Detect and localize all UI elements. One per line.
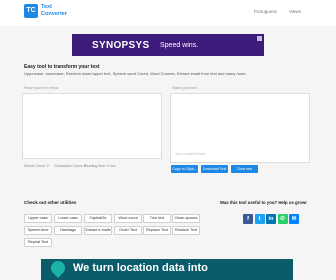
bottom-ad-banner[interactable]: We turn location data into [41,259,293,280]
ad-brand: SYNOPSYS [92,40,150,51]
utility-button-lower-case[interactable]: Lower case [54,214,82,223]
input-textarea[interactable] [22,93,162,159]
site-header: TC Text Converter Portuguese Views [0,0,336,26]
utility-button-random-text[interactable]: Random Text [172,226,200,235]
messenger-icon[interactable]: ✉ [289,214,299,224]
facebook-icon[interactable]: f [243,214,253,224]
utility-button-upper-case[interactable]: Upper case [24,214,52,223]
intro-title: Easy tool to transform your text [24,64,100,70]
whatsapp-icon[interactable]: ✆ [277,214,288,224]
header-link[interactable]: Views [289,9,301,14]
utility-button-clean-spaces[interactable]: Clean spaces [172,214,200,223]
utilities-title: Check out other utilities [24,200,77,205]
language-link[interactable]: Portuguese [254,9,277,14]
intro-subtitle: Uppercase, lowercase, Random lower/upper… [24,71,247,76]
ad-tagline: Speed wins. [160,42,199,49]
top-ad-banner[interactable]: SYNOPSYS Speed wins. [72,34,264,56]
utility-button-extract-e-mails[interactable]: Extract e-mails [84,226,112,235]
utility-button-word-count[interactable]: Word count [114,214,142,223]
input-label: Paste your text below [24,86,59,90]
share-title: Was this tool useful to you? Help us gro… [220,200,307,205]
output-placeholder: Your converted text [175,152,206,156]
logo-line-2: Converter [41,10,67,17]
clear-button[interactable]: Clear text [231,165,258,173]
download-button[interactable]: Download Text [201,165,228,173]
location-pin-icon [48,259,68,278]
ad-choices-icon[interactable] [257,36,262,41]
logo-text[interactable]: Text Converter [41,4,67,17]
utility-button-repeat-text[interactable]: Repeat Text [24,238,52,247]
twitter-icon[interactable]: t [254,214,265,224]
copy-button[interactable]: Copy to Clipb... [171,165,198,173]
output-textarea[interactable]: Your converted text [170,93,310,163]
utility-button-hashtags[interactable]: Hashtags [54,226,82,235]
ad-text: We turn location data into [73,262,208,274]
utility-button-replace-text[interactable]: Replace Text [143,226,171,235]
words-count: Words Count: 0 [24,164,49,168]
logo-icon[interactable]: TC [24,4,38,18]
utility-button-speech-time[interactable]: Speech time [24,226,52,235]
utility-button-trim-text[interactable]: Trim text [143,214,171,223]
linkedin-icon[interactable]: in [266,214,276,224]
output-label: Watch your text [172,86,197,90]
characters-count: Characters Count: 0 [54,164,87,168]
utility-button-order-text[interactable]: Order Text [114,226,142,235]
utility-button-capitalize[interactable]: CapitaliZe [84,214,112,223]
reading-time: Reading time: 0 sec [84,164,116,168]
